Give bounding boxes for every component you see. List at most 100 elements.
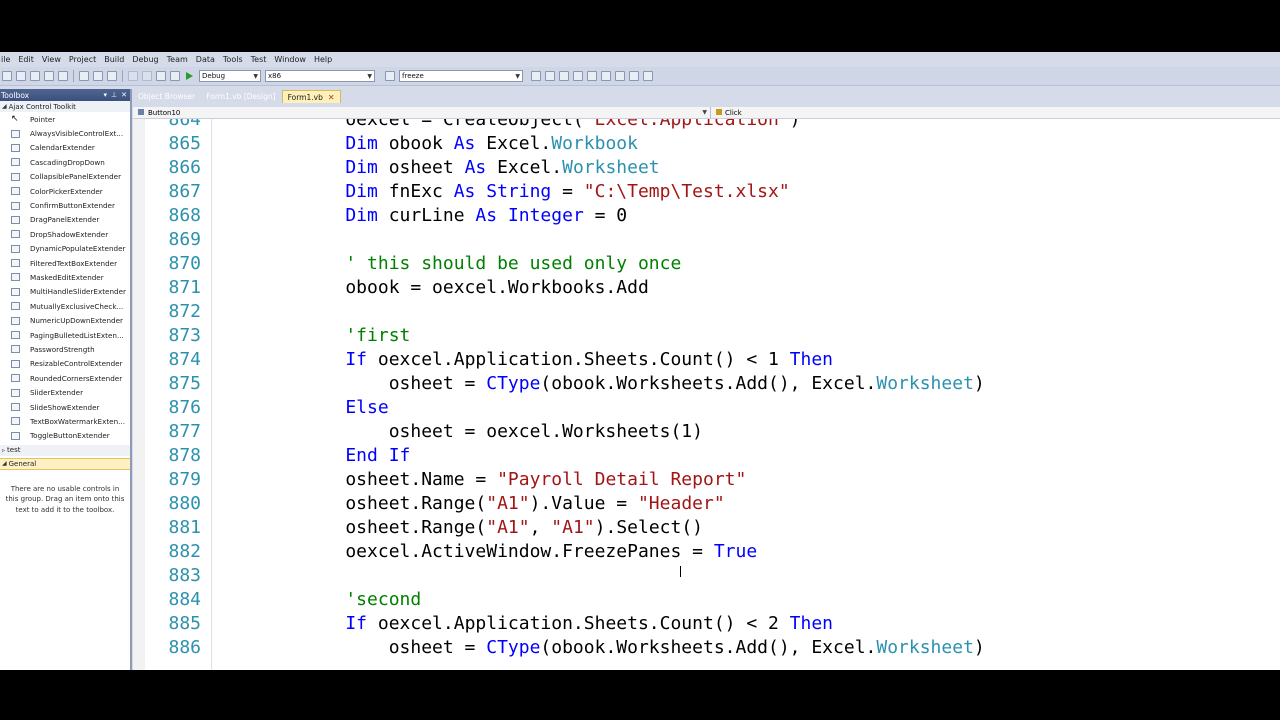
code-line: 871 obook = oexcel.Workbooks.Add <box>133 276 1280 300</box>
code-editor[interactable]: 864 oexcel = CreateObject("Excel.Applica… <box>133 119 1280 670</box>
window-position-icon[interactable]: ▾ <box>104 91 108 99</box>
toolbox-item[interactable]: NumericUpDownExtender <box>0 313 130 327</box>
navigate-forward-icon[interactable] <box>170 71 180 81</box>
code-token: "A1" <box>486 517 530 538</box>
toolbox-item[interactable]: CalendarExtender <box>0 141 130 155</box>
save-all-icon[interactable] <box>58 71 68 81</box>
control-icon <box>11 129 20 138</box>
object-browser-icon[interactable] <box>573 71 583 81</box>
toolbox-item[interactable]: SlideShowExtender <box>0 400 130 414</box>
code-token: "A1" <box>486 493 530 514</box>
toolbox-item[interactable]: TextBoxWatermarkExten... <box>0 414 130 428</box>
toolbox-icon[interactable] <box>587 71 597 81</box>
find-in-files-icon[interactable] <box>531 71 541 81</box>
menu-data[interactable]: Data <box>192 55 219 64</box>
menu-debug[interactable]: Debug <box>128 55 162 64</box>
find-combo[interactable]: freeze ▼ <box>399 70 523 82</box>
toolbox-item[interactable]: FilteredTextBoxExtender <box>0 256 130 270</box>
toolbox-item[interactable]: RoundedCornersExtender <box>0 371 130 385</box>
toolbox-item[interactable]: AlwaysVisibleControlExt... <box>0 126 130 140</box>
toolbox-item[interactable]: PagingBulletedListExten... <box>0 328 130 342</box>
add-item-icon[interactable] <box>16 71 26 81</box>
toolbox-item[interactable]: DynamicPopulateExtender <box>0 242 130 256</box>
paste-icon[interactable] <box>107 71 117 81</box>
toolbox-item[interactable]: CascadingDropDown <box>0 155 130 169</box>
toolbox-item[interactable]: DropShadowExtender <box>0 227 130 241</box>
tab-form1-design[interactable]: Form1.vb [Design] <box>201 90 280 103</box>
method-name-dropdown[interactable]: Click <box>713 107 1280 118</box>
code-text: Dim osheet As Excel.Worksheet <box>302 156 659 180</box>
menu-tools[interactable]: Tools <box>219 55 247 64</box>
open-file-icon[interactable] <box>30 71 40 81</box>
command-window-icon[interactable] <box>629 71 639 81</box>
toolbox-item[interactable]: ResizableControlExtender <box>0 357 130 371</box>
toolbox-item-label: MaskedEditExtender <box>30 272 104 282</box>
extension-manager-icon[interactable] <box>615 71 625 81</box>
control-icon <box>11 201 20 210</box>
menu-build[interactable]: Build <box>100 55 128 64</box>
redo-icon[interactable] <box>142 71 152 81</box>
save-icon[interactable] <box>44 71 54 81</box>
start-page-icon[interactable] <box>601 71 611 81</box>
toolbar-options-icon[interactable] <box>643 71 653 81</box>
menu-help[interactable]: Help <box>310 55 336 64</box>
code-text: osheet = CType(obook.Worksheets.Add(), E… <box>302 372 985 396</box>
toolbox-item-label: SliderExtender <box>30 388 84 398</box>
code-token: If <box>302 613 368 634</box>
code-token: "Header" <box>637 493 725 514</box>
toolbox-item-label: ResizableControlExtender <box>30 359 123 369</box>
class-name-dropdown[interactable]: Button10 ▼ <box>133 107 711 118</box>
toolbox-group-label: General <box>8 459 37 468</box>
menu-view[interactable]: View <box>38 55 65 64</box>
toolbox-item-label: PagingBulletedListExten... <box>30 330 124 340</box>
toolbox-item[interactable]: PasswordStrength <box>0 342 130 356</box>
toolbox-item[interactable]: ToggleButtonExtender <box>0 429 130 443</box>
toolbox-empty-message[interactable]: There are no usable controls in this gro… <box>0 470 130 516</box>
auto-hide-pin-icon[interactable]: ⊥ <box>111 91 117 99</box>
toolbox-group-test[interactable]: ▹ test <box>0 444 130 456</box>
code-token: As Integer <box>475 205 584 226</box>
properties-icon[interactable] <box>559 71 569 81</box>
toolbox-item[interactable]: MutuallyExclusiveCheck... <box>0 299 130 313</box>
solution-platform-dropdown[interactable]: x86 ▼ <box>265 70 375 82</box>
toolbox-group-ajax[interactable]: ◢ Ajax Control Toolkit <box>0 101 130 112</box>
tab-form1-code[interactable]: Form1.vb ✕ <box>281 90 341 103</box>
solution-explorer-icon[interactable] <box>545 71 555 81</box>
toolbox-item[interactable]: CollapsiblePanelExtender <box>0 170 130 184</box>
line-number: 869 <box>168 229 201 250</box>
solution-configuration-dropdown[interactable]: Debug ▼ <box>199 70 261 82</box>
toolbox-item[interactable]: MultiHandleSliderExtender <box>0 285 130 299</box>
toolbox-item[interactable]: MaskedEditExtender <box>0 270 130 284</box>
toolbox-group-general[interactable]: ◢ General <box>0 457 130 470</box>
tab-object-browser[interactable]: Object Browser <box>133 90 200 103</box>
menu-edit[interactable]: Edit <box>14 55 38 64</box>
cut-icon[interactable] <box>79 71 89 81</box>
code-token: "C:\Temp\Test.xlsx" <box>583 181 790 202</box>
copy-icon[interactable] <box>93 71 103 81</box>
code-token: osheet.Range( <box>302 493 487 514</box>
menu-window[interactable]: Window <box>270 55 310 64</box>
toolbox-item[interactable]: DragPanelExtender <box>0 213 130 227</box>
menu-file[interactable]: ile <box>0 55 14 64</box>
toolbox-item[interactable]: ↖ Pointer <box>0 112 130 126</box>
close-tab-icon[interactable]: ✕ <box>328 93 335 102</box>
toolbox-item[interactable]: ConfirmButtonExtender <box>0 198 130 212</box>
menu-team[interactable]: Team <box>163 55 192 64</box>
navigate-backward-icon[interactable] <box>156 71 166 81</box>
start-debugging-icon[interactable] <box>186 72 193 80</box>
undo-icon[interactable] <box>128 71 138 81</box>
toolbox-item-label: RoundedCornersExtender <box>30 373 123 383</box>
new-project-icon[interactable] <box>2 71 12 81</box>
toolbox-item[interactable]: ColorPickerExtender <box>0 184 130 198</box>
menu-test[interactable]: Test <box>247 55 271 64</box>
close-icon[interactable]: ✕ <box>121 91 127 99</box>
toolbox-item-label: TextBoxWatermarkExten... <box>30 416 125 426</box>
find-icon[interactable] <box>385 71 395 81</box>
code-token: = 0 <box>583 205 628 226</box>
toolbox-item-label: CascadingDropDown <box>30 157 105 167</box>
code-token: Excel. <box>475 133 552 154</box>
control-icon <box>11 431 20 440</box>
menu-project[interactable]: Project <box>65 55 100 64</box>
expand-arrow-icon: ▹ <box>2 446 6 454</box>
toolbox-item[interactable]: SliderExtender <box>0 385 130 399</box>
